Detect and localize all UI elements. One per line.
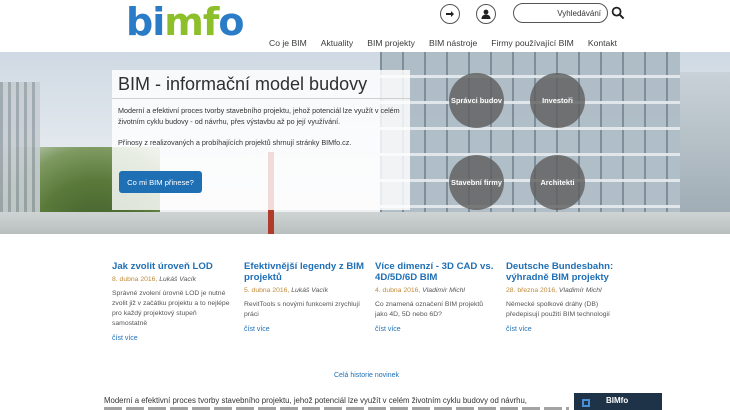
news-title[interactable]: Efektivnější legendy z BIM projektů bbox=[244, 261, 364, 283]
nav-kontakt[interactable]: Kontakt bbox=[581, 38, 624, 48]
news-title[interactable]: Více dimenzí - 3D CAD vs. 4D/5D/6D BIM bbox=[375, 261, 495, 283]
nav-bim-nastroje[interactable]: BIM nástroje bbox=[422, 38, 484, 48]
read-more-link[interactable]: číst více bbox=[112, 335, 232, 342]
bimfo-thumbnail[interactable]: BIMfo bbox=[574, 393, 662, 410]
search-icon[interactable] bbox=[611, 6, 625, 20]
hero-ground bbox=[0, 212, 730, 234]
bubble-stavebni-firmy[interactable]: Stavební firmy bbox=[449, 155, 504, 210]
user-icon[interactable] bbox=[476, 4, 496, 24]
search-input[interactable] bbox=[513, 3, 608, 23]
news-item: Efektivnější legendy z BIM projektů 5. d… bbox=[244, 261, 364, 333]
hero-divider bbox=[112, 98, 410, 99]
bimfo-logo[interactable]: bimfo bbox=[126, 3, 245, 41]
bubble-spravci-budov[interactable]: Správci budov bbox=[449, 73, 504, 128]
news-item: Více dimenzí - 3D CAD vs. 4D/5D/6D BIM 4… bbox=[375, 261, 495, 333]
news-excerpt: Co znamená označení BIM projektů jako 4D… bbox=[375, 301, 484, 318]
read-more-link[interactable]: číst více bbox=[506, 326, 626, 333]
hero-building-right bbox=[680, 72, 730, 234]
hero-benefits-text: Přínosy z realizovaných a probíhajících … bbox=[118, 138, 352, 147]
hero-title: BIM - informační model budovy bbox=[118, 74, 368, 94]
read-more-link[interactable]: číst více bbox=[375, 326, 495, 333]
nav-bim-projekty[interactable]: BIM projekty bbox=[360, 38, 422, 48]
read-more-link[interactable]: číst více bbox=[244, 326, 364, 333]
bubble-investori[interactable]: Investoři bbox=[530, 73, 585, 128]
news-title[interactable]: Deutsche Bundesbahn: výhradně BIM projek… bbox=[506, 261, 626, 283]
nav-aktuality[interactable]: Aktuality bbox=[314, 38, 360, 48]
news-title[interactable]: Jak zvolit úroveň LOD bbox=[112, 261, 232, 272]
login-arrow-icon[interactable] bbox=[440, 4, 460, 24]
main-nav: Co je BIM Aktuality BIM projekty BIM nás… bbox=[262, 38, 624, 48]
news-item: Jak zvolit úroveň LOD 8. dubna 2016, Luk… bbox=[112, 261, 232, 342]
news-meta: 8. dubna 2016, Lukáš Vacík bbox=[112, 276, 197, 283]
news-item: Deutsche Bundesbahn: výhradně BIM projek… bbox=[506, 261, 626, 333]
page: bimfo Co je BIM Aktuality BIM projekty B… bbox=[0, 0, 730, 410]
news-excerpt: Správné zvolení úrovně LOD je nutné zvol… bbox=[112, 290, 230, 327]
intro-paragraph-cutoff bbox=[104, 406, 569, 410]
news-meta: 4. dubna 2016, Vladimír Michl bbox=[375, 287, 465, 294]
news-meta: 5. dubna 2016, Lukáš Vacík bbox=[244, 287, 329, 294]
hero-building-grid bbox=[380, 52, 680, 234]
news-meta: 28. března 2016, Vladimír Michl bbox=[506, 287, 602, 294]
news-excerpt: Německé spolkové dráhy (DB) předepisují … bbox=[506, 301, 610, 318]
news-excerpt: RevitTools s novými funkcemi zrychlují p… bbox=[244, 301, 360, 318]
nav-firmy[interactable]: Firmy používající BIM bbox=[484, 38, 581, 48]
nav-co-je-bim[interactable]: Co je BIM bbox=[262, 38, 314, 48]
site-header: bimfo Co je BIM Aktuality BIM projekty B… bbox=[0, 0, 730, 52]
bubble-architekti[interactable]: Architekti bbox=[530, 155, 585, 210]
bimfo-mark-icon bbox=[582, 399, 590, 407]
what-bim-brings-button[interactable]: Co mi BIM přinese? bbox=[119, 171, 202, 193]
news-history-link[interactable]: Celá historie novinek bbox=[334, 372, 399, 379]
hero-description: Moderní a efektivní proces tvorby staveb… bbox=[118, 106, 400, 126]
